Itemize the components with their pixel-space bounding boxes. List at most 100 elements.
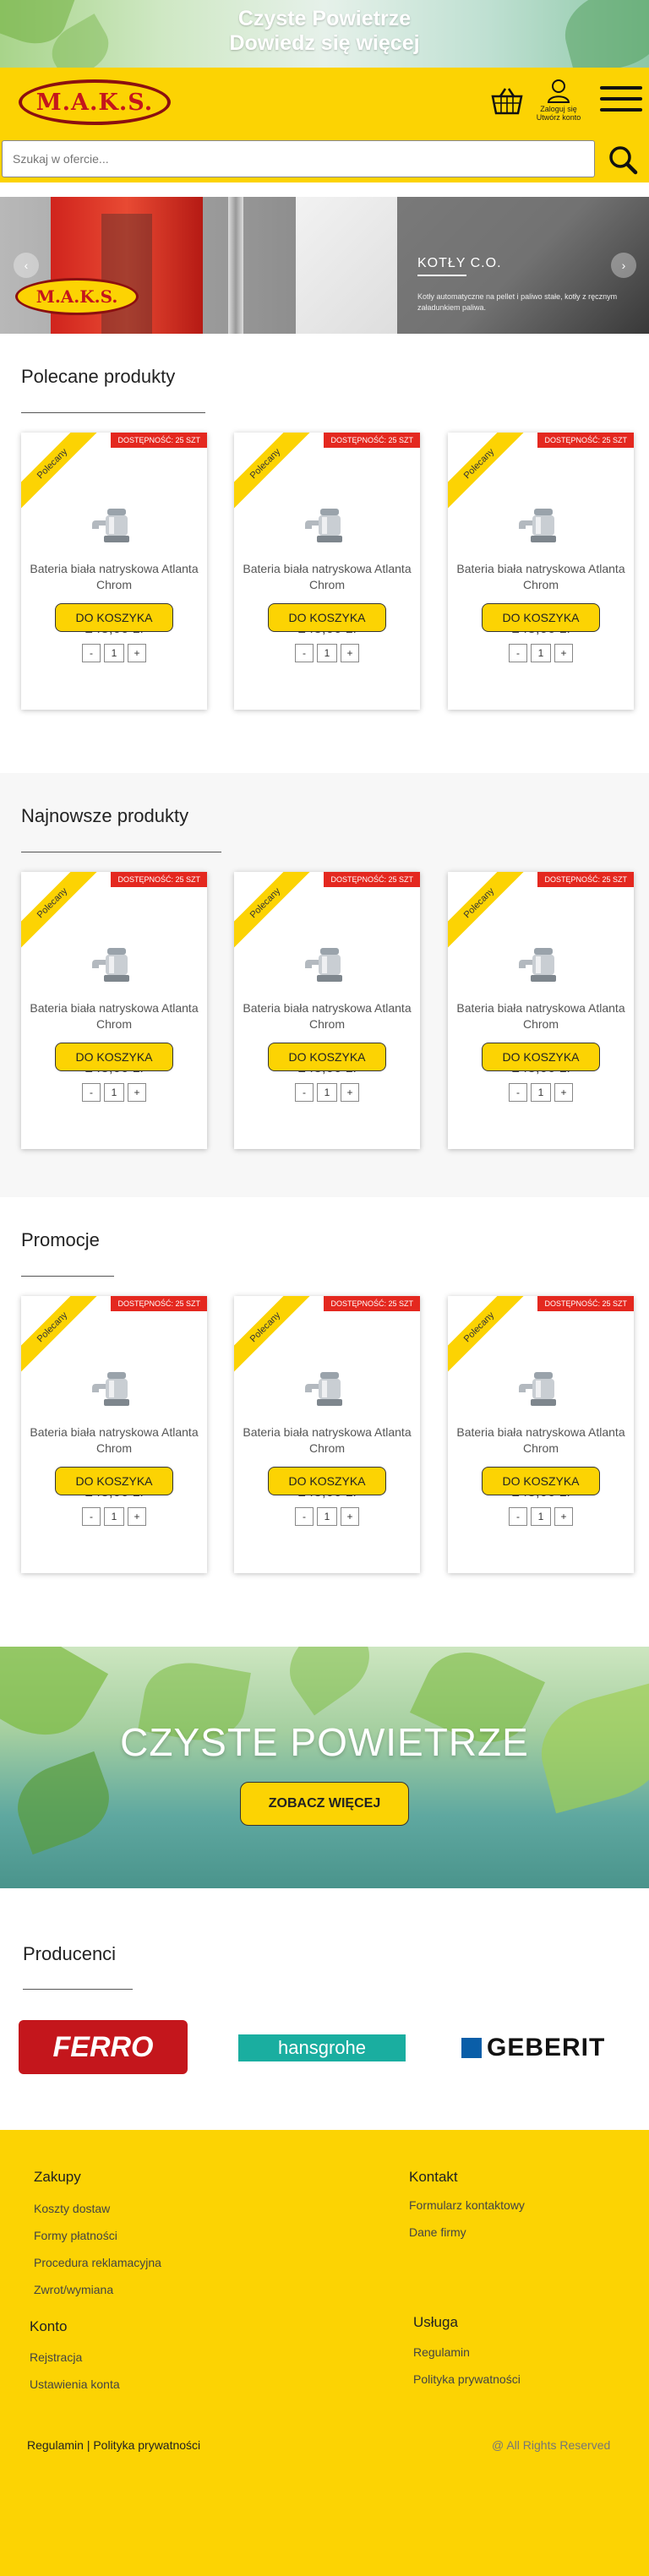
qty-minus-button[interactable]: - (509, 1507, 527, 1526)
qty-input[interactable]: 1 (317, 1507, 337, 1526)
product-name[interactable]: Bateria biała natryskowa Atlanta Chrom (234, 561, 420, 593)
qty-input[interactable]: 1 (531, 1083, 551, 1102)
brand-geberit-logo[interactable]: GEBERIT (461, 2033, 630, 2063)
qty-plus-button[interactable]: + (554, 1083, 573, 1102)
faucet-icon[interactable] (517, 1369, 566, 1408)
section-divider (21, 1276, 114, 1277)
hamburger-icon[interactable] (600, 86, 642, 120)
quantity-stepper: -1 + (509, 1507, 573, 1526)
faucet-icon[interactable] (303, 505, 352, 544)
footer-link[interactable]: Ustawienia konta (30, 2377, 120, 2391)
availability-badge: DOSTĘPNOŚĆ: 25 SZT (324, 872, 420, 887)
qty-input[interactable]: 1 (104, 1083, 124, 1102)
add-to-cart-button[interactable]: DO KOSZYKA (268, 603, 386, 632)
qty-minus-button[interactable]: - (82, 1083, 101, 1102)
add-to-cart-button[interactable]: DO KOSZYKA (55, 603, 173, 632)
faucet-icon[interactable] (90, 945, 139, 983)
product-name[interactable]: Bateria biała natryskowa Atlanta Chrom (21, 1000, 207, 1032)
product-card[interactable]: Polecany DOSTĘPNOŚĆ: 25 SZT Bateria biała … (21, 1296, 207, 1573)
faucet-icon[interactable] (90, 1369, 139, 1408)
qty-minus-button[interactable]: - (82, 644, 101, 662)
qty-plus-button[interactable]: + (128, 1083, 146, 1102)
product-card[interactable]: Polecany DOSTĘPNOŚĆ: 25 SZT Bateria biała … (21, 433, 207, 710)
qty-plus-button[interactable]: + (128, 644, 146, 662)
qty-input[interactable]: 1 (104, 644, 124, 662)
qty-plus-button[interactable]: + (341, 1507, 359, 1526)
product-card[interactable]: Polecany DOSTĘPNOŚĆ: 25 SZT Bateria biała … (234, 433, 420, 710)
qty-plus-button[interactable]: + (554, 644, 573, 662)
product-card[interactable]: Polecany DOSTĘPNOŚĆ: 25 SZT Bateria biała … (448, 1296, 634, 1573)
add-to-cart-button[interactable]: DO KOSZYKA (55, 1467, 173, 1495)
promo-title: Czyste Powietrze (237, 7, 412, 30)
footer-link[interactable]: Koszty dostaw (34, 2202, 110, 2215)
site-logo[interactable]: M.A.K.S. (19, 79, 171, 125)
qty-input[interactable]: 1 (317, 644, 337, 662)
add-to-cart-button[interactable]: DO KOSZYKA (482, 1043, 600, 1071)
faucet-icon[interactable] (517, 945, 566, 983)
faucet-icon[interactable] (303, 1369, 352, 1408)
product-card[interactable]: Polecany DOSTĘPNOŚĆ: 25 SZT Bateria biała … (234, 872, 420, 1149)
slider-prev-button[interactable]: ‹ (14, 253, 39, 278)
qty-input[interactable]: 1 (531, 1507, 551, 1526)
add-to-cart-button[interactable]: DO KOSZYKA (482, 1467, 600, 1495)
faucet-icon[interactable] (90, 505, 139, 544)
slider-next-button[interactable]: › (611, 253, 636, 278)
search-input[interactable] (2, 140, 595, 177)
qty-input[interactable]: 1 (104, 1507, 124, 1526)
qty-minus-button[interactable]: - (509, 1083, 527, 1102)
qty-minus-button[interactable]: - (295, 1507, 314, 1526)
product-name[interactable]: Bateria biała natryskowa Atlanta Chrom (234, 1424, 420, 1457)
add-to-cart-button[interactable]: DO KOSZYKA (482, 603, 600, 632)
add-to-cart-button[interactable]: DO KOSZYKA (55, 1043, 173, 1071)
footer-link[interactable]: Formy płatności (34, 2229, 117, 2242)
product-name[interactable]: Bateria biała natryskowa Atlanta Chrom (21, 1424, 207, 1457)
product-name[interactable]: Bateria biała natryskowa Atlanta Chrom (21, 561, 207, 593)
footer-link[interactable]: Polityka prywatności (413, 2372, 521, 2386)
footer-link[interactable]: Procedura reklamacyjna (34, 2256, 161, 2269)
brand-hansgrohe-logo[interactable]: hansgrohe (238, 2034, 406, 2061)
logo-text: M.A.K.S. (35, 89, 154, 116)
product-name[interactable]: Bateria biała natryskowa Atlanta Chrom (234, 1000, 420, 1032)
faucet-icon[interactable] (303, 945, 352, 983)
qty-minus-button[interactable]: - (295, 644, 314, 662)
see-more-button[interactable]: ZOBACZ WIĘCEJ (240, 1782, 409, 1826)
product-card[interactable]: Polecany DOSTĘPNOŚĆ: 25 SZT Bateria biała … (21, 872, 207, 1149)
qty-minus-button[interactable]: - (82, 1507, 101, 1526)
brand-ferro-logo[interactable]: FERRO (19, 2020, 188, 2074)
footer-link[interactable]: Regulamin (413, 2345, 470, 2359)
faucet-icon[interactable] (517, 505, 566, 544)
clean-air-title: CZYSTE POWIETRZE (120, 1720, 529, 1764)
basket-icon[interactable] (490, 86, 524, 117)
qty-input[interactable]: 1 (531, 644, 551, 662)
user-icon (547, 79, 570, 103)
add-to-cart-button[interactable]: DO KOSZYKA (268, 1043, 386, 1071)
geberit-text: GEBERIT (487, 2034, 606, 2061)
add-to-cart-button[interactable]: DO KOSZYKA (268, 1467, 386, 1495)
footer-link[interactable]: Zwrot/wymiana (34, 2283, 113, 2296)
product-name[interactable]: Bateria biała natryskowa Atlanta Chrom (448, 1424, 634, 1457)
footer-bottom-links[interactable]: Regulamin | Polityka prywatności (27, 2438, 200, 2452)
qty-plus-button[interactable]: + (341, 1083, 359, 1102)
product-name[interactable]: Bateria biała natryskowa Atlanta Chrom (448, 1000, 634, 1032)
promo-banner[interactable]: Czyste Powietrze Dowiedz się więcej (0, 0, 649, 68)
qty-plus-button[interactable]: + (341, 644, 359, 662)
promo-link[interactable]: Dowiedz się więcej (0, 31, 649, 56)
qty-minus-button[interactable]: - (295, 1083, 314, 1102)
qty-input[interactable]: 1 (317, 1083, 337, 1102)
product-card[interactable]: Polecany DOSTĘPNOŚĆ: 25 SZT Bateria biała … (448, 872, 634, 1149)
footer-link[interactable]: Dane firmy (409, 2225, 466, 2239)
product-name[interactable]: Bateria biała natryskowa Atlanta Chrom (448, 561, 634, 593)
recommended-ribbon: Polecany (448, 1296, 525, 1373)
product-card[interactable]: Polecany DOSTĘPNOŚĆ: 25 SZT Bateria biała … (234, 1296, 420, 1573)
product-card[interactable]: Polecany DOSTĘPNOŚĆ: 25 SZT Bateria biała … (448, 433, 634, 710)
qty-plus-button[interactable]: + (554, 1507, 573, 1526)
producers-title: Producenci (23, 1943, 117, 1964)
qty-minus-button[interactable]: - (509, 644, 527, 662)
footer-link[interactable]: Rejstracja (30, 2350, 82, 2364)
search-button[interactable] (602, 142, 644, 177)
footer-link[interactable]: Formularz kontaktowy (409, 2198, 525, 2212)
qty-plus-button[interactable]: + (128, 1507, 146, 1526)
search-icon (609, 146, 638, 175)
quantity-stepper: -1 + (295, 1507, 359, 1526)
account-link[interactable]: Zaloguj się Utwórz konto (529, 78, 588, 122)
